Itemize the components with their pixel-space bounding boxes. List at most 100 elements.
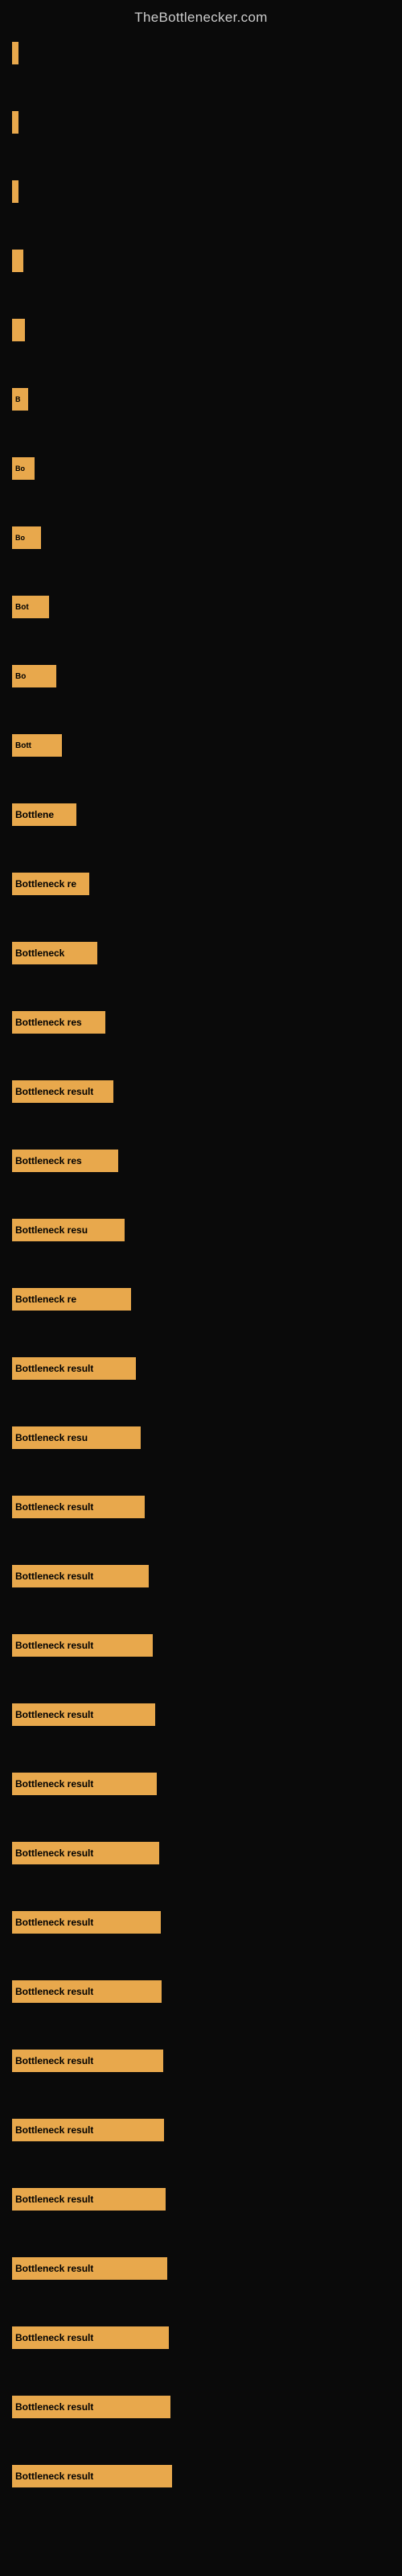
bar-row: Bottleneck result bbox=[12, 1562, 390, 1591]
bar-row: Bottleneck resu bbox=[12, 1216, 390, 1245]
bar-row bbox=[12, 108, 390, 137]
bar-label: Bo bbox=[15, 464, 25, 473]
bar-fill: Bottleneck re bbox=[12, 1288, 131, 1311]
bar-fill: Bottleneck result bbox=[12, 1911, 161, 1934]
bar-fill: Bottleneck result bbox=[12, 1496, 145, 1518]
bar-label: Bottleneck result bbox=[15, 1571, 93, 1582]
bar-fill: Bo bbox=[12, 665, 56, 687]
bar-fill: Bottleneck result bbox=[12, 1980, 162, 2003]
bar-label: Bottleneck re bbox=[15, 878, 76, 890]
bar-label: Bot bbox=[15, 603, 29, 612]
bar-label: Bottleneck result bbox=[15, 1986, 93, 1997]
bar-fill: B bbox=[12, 250, 23, 272]
bar-row: Bottleneck result bbox=[12, 1977, 390, 2006]
bar-label: Bott bbox=[15, 741, 31, 750]
bar-fill: Bo bbox=[12, 457, 35, 480]
bar-row: Bottleneck result bbox=[12, 1700, 390, 1729]
bar-label: Bottleneck result bbox=[15, 1501, 93, 1513]
bar-fill: Bottleneck result bbox=[12, 2050, 163, 2072]
bar-label: B bbox=[15, 395, 21, 403]
bar-row: Bottleneck result bbox=[12, 2254, 390, 2283]
bar-fill: Bottleneck result bbox=[12, 1703, 155, 1726]
bar-label: Bottleneck result bbox=[15, 2332, 93, 2343]
bar-label: Bottleneck result bbox=[15, 1086, 93, 1097]
bar-label: Bottleneck result bbox=[15, 1778, 93, 1790]
bar-row: B bbox=[12, 316, 390, 345]
bar-row: Bottleneck result bbox=[12, 1077, 390, 1106]
bar-fill: Bottleneck res bbox=[12, 1150, 118, 1172]
bar-row: Bottleneck result bbox=[12, 2116, 390, 2145]
bar-row: Bottleneck result bbox=[12, 2392, 390, 2421]
bar-row: Bott bbox=[12, 731, 390, 760]
bar-label: Bottleneck res bbox=[15, 1017, 82, 1028]
bar-fill: Bottleneck re bbox=[12, 873, 89, 895]
bar-label: Bottleneck result bbox=[15, 2263, 93, 2274]
bar-row: Bottleneck re bbox=[12, 869, 390, 898]
bar-fill: Bottleneck bbox=[12, 942, 97, 964]
bar-row: Bottleneck result bbox=[12, 2046, 390, 2075]
bar-fill: B bbox=[12, 319, 25, 341]
bar-row: Bottleneck resu bbox=[12, 1423, 390, 1452]
bar-fill: Bottleneck result bbox=[12, 2119, 164, 2141]
bar-label: Bottleneck result bbox=[15, 1917, 93, 1928]
bar-fill: Bottleneck result bbox=[12, 1565, 149, 1587]
bar-fill bbox=[12, 42, 18, 64]
bar-label: Bo bbox=[15, 534, 25, 542]
bar-label: Bottleneck re bbox=[15, 1294, 76, 1305]
bar-row: Bottlene bbox=[12, 800, 390, 829]
bar-label: Bottleneck result bbox=[15, 1709, 93, 1720]
bar-fill: Bottleneck result bbox=[12, 2257, 167, 2280]
bar-row: Bottleneck result bbox=[12, 1908, 390, 1937]
bar-fill: Bottleneck result bbox=[12, 2326, 169, 2349]
bar-label: Bottleneck result bbox=[15, 2124, 93, 2136]
bar-fill: Bottleneck result bbox=[12, 1634, 153, 1657]
bar-label: Bottleneck result bbox=[15, 2401, 93, 2413]
bar-fill: Bottleneck result bbox=[12, 2188, 166, 2211]
bar-fill: Bottleneck resu bbox=[12, 1426, 141, 1449]
bar-label: Bottlene bbox=[15, 809, 54, 820]
page-container: TheBottlenecker.com B B B Bo Bo Bot Bo Bott Bott… bbox=[0, 0, 402, 2576]
bar-row: Bottleneck res bbox=[12, 1146, 390, 1175]
bar-label: Bottleneck result bbox=[15, 1640, 93, 1651]
bar-fill: Bottleneck result bbox=[12, 1773, 157, 1795]
bar-row: B bbox=[12, 246, 390, 275]
bar-row bbox=[12, 177, 390, 206]
bar-row: Bottleneck result bbox=[12, 1839, 390, 1868]
bar-fill: Bottlene bbox=[12, 803, 76, 826]
bar-row: Bottleneck result bbox=[12, 1492, 390, 1521]
bar-label: Bottleneck resu bbox=[15, 1224, 88, 1236]
bar-row: Bottleneck result bbox=[12, 1354, 390, 1383]
bar-row: B bbox=[12, 385, 390, 414]
bar-row: Bot bbox=[12, 592, 390, 621]
bar-fill: Bot bbox=[12, 596, 49, 618]
bar-label: Bottleneck result bbox=[15, 1363, 93, 1374]
bars-chart: B B B Bo Bo Bot Bo Bott Bottlene Bottleneck re Bot… bbox=[0, 32, 402, 2537]
bar-label: Bottleneck result bbox=[15, 2471, 93, 2482]
bar-row: Bottleneck result bbox=[12, 1631, 390, 1660]
bar-fill bbox=[12, 111, 18, 134]
bar-row bbox=[12, 39, 390, 68]
bar-row: Bottleneck result bbox=[12, 2323, 390, 2352]
bar-label: Bottleneck resu bbox=[15, 1432, 88, 1443]
bar-fill: Bottleneck result bbox=[12, 2396, 170, 2418]
bar-fill: Bottleneck result bbox=[12, 1357, 136, 1380]
bar-label: Bo bbox=[15, 672, 26, 681]
bar-row: Bo bbox=[12, 523, 390, 552]
bar-fill: Bo bbox=[12, 526, 41, 549]
bar-row: Bo bbox=[12, 454, 390, 483]
bar-label: Bottleneck bbox=[15, 947, 64, 959]
bar-row: Bottleneck res bbox=[12, 1008, 390, 1037]
bar-fill: Bottleneck result bbox=[12, 1842, 159, 1864]
bar-row: Bottleneck result bbox=[12, 2185, 390, 2214]
bar-label: Bottleneck res bbox=[15, 1155, 82, 1166]
bar-row: Bottleneck result bbox=[12, 2462, 390, 2491]
bar-row: Bottleneck bbox=[12, 939, 390, 968]
bar-row: Bottleneck re bbox=[12, 1285, 390, 1314]
bar-fill: Bott bbox=[12, 734, 62, 757]
bar-fill bbox=[12, 180, 18, 203]
bar-row: Bottleneck result bbox=[12, 1769, 390, 1798]
bar-label: Bottleneck result bbox=[15, 2055, 93, 2066]
site-title: TheBottlenecker.com bbox=[0, 0, 402, 32]
bar-fill: B bbox=[12, 388, 28, 411]
bar-fill: Bottleneck result bbox=[12, 1080, 113, 1103]
